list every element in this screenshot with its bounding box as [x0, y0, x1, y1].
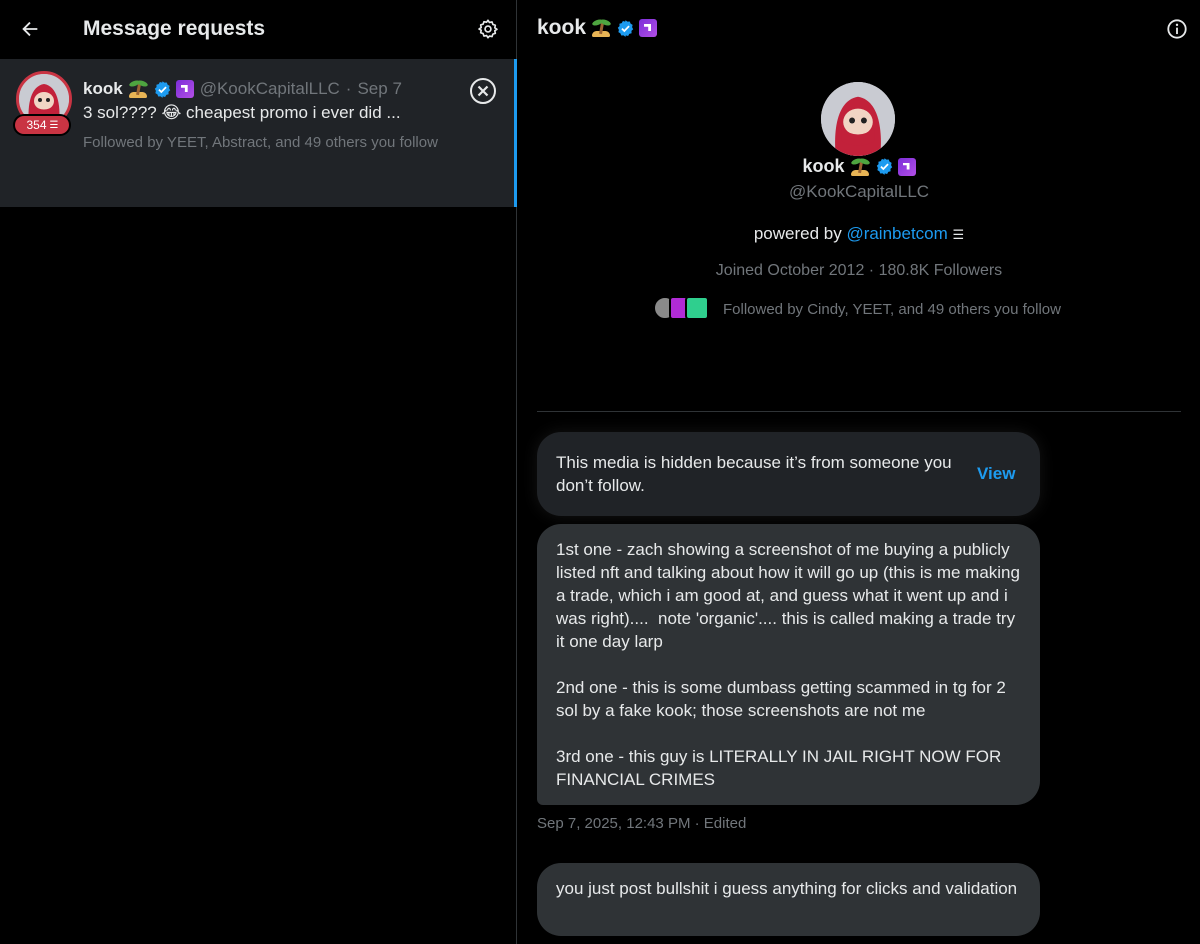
abstract-icon — [897, 157, 916, 176]
status-badge: 354 ☰ — [13, 114, 71, 136]
avatar-image — [821, 82, 895, 156]
close-circle-icon — [470, 78, 496, 104]
separator-dot: · — [345, 79, 352, 98]
hidden-media-bubble: This media is hidden because it’s from s… — [537, 432, 1040, 516]
conversation-info-button[interactable] — [1162, 14, 1192, 44]
rainbet-icon: ☰ — [952, 227, 965, 242]
gear-icon — [478, 19, 498, 39]
request-header: kook @KookCapitalLLC · Sep 7 — [83, 79, 402, 99]
sender-name: kook — [83, 79, 123, 98]
followed-by-text: Followed by YEET, Abstract, and 49 other… — [83, 134, 438, 151]
palm-island-icon — [849, 156, 871, 177]
palm-island-icon — [127, 79, 149, 99]
abstract-icon — [175, 80, 194, 98]
page-title: Message requests — [83, 17, 266, 40]
followed-by-text: Followed by Cindy, YEET, and 49 others y… — [723, 300, 1061, 318]
bio-text: powered by — [753, 224, 842, 243]
profile-avatar[interactable] — [821, 82, 895, 156]
message-preview: 3 sol???? 😂 cheapest promo i ever did ..… — [83, 103, 401, 122]
back-button[interactable] — [14, 13, 46, 45]
conversation-title: kook — [537, 16, 658, 40]
view-media-button[interactable]: View — [977, 462, 1015, 485]
left-header: Message requests — [0, 0, 516, 58]
verified-icon — [617, 19, 634, 37]
message-requests-pane: Message requests 354 ☰ kook @KookCapital… — [0, 0, 517, 944]
hidden-media-text: This media is hidden because it’s from s… — [556, 453, 952, 495]
verified-icon — [876, 158, 892, 175]
conversation-pane: kook kook @KookCapitalLLC powered by @ra… — [518, 0, 1200, 944]
profile-name: kook — [518, 156, 1200, 177]
avatar[interactable]: 354 ☰ — [13, 71, 72, 136]
message-timestamp: Sep 7, 2025, 12:43 PM · Edited — [537, 815, 747, 832]
header-name: kook — [537, 16, 587, 39]
profile-handle: @KookCapitalLLC — [788, 182, 930, 201]
sender-handle: @KookCapitalLLC — [199, 79, 340, 98]
followed-by-row[interactable]: Followed by Cindy, YEET, and 49 others y… — [653, 296, 1061, 322]
settings-button[interactable] — [472, 13, 504, 45]
follower-avatars — [653, 296, 709, 322]
conversation-header: kook — [518, 0, 1200, 58]
profile-joined-followers: Joined October 2012 · 180.8K Followers — [715, 262, 1003, 279]
verified-icon — [154, 80, 170, 98]
divider — [537, 411, 1181, 412]
message-date: Sep 7 — [357, 79, 402, 98]
abstract-icon — [639, 19, 658, 37]
back-arrow-icon — [22, 21, 38, 37]
message-request-item[interactable]: 354 ☰ kook @KookCapitalLLC · Sep 7 3 sol?… — [0, 59, 517, 207]
bio-mention-link[interactable]: @rainbetcom — [846, 224, 947, 243]
dismiss-request-button[interactable] — [468, 76, 498, 106]
profile-name-text: kook — [802, 156, 845, 176]
message-bubble: 1st one - zach showing a screenshot of m… — [537, 524, 1040, 805]
palm-island-icon — [590, 18, 612, 38]
profile-bio: powered by @rainbetcom ☰ — [518, 224, 1200, 244]
follower-avatar — [685, 296, 709, 320]
info-icon — [1167, 19, 1187, 39]
message-bubble: you just post bullshit i guess anything … — [537, 863, 1040, 936]
